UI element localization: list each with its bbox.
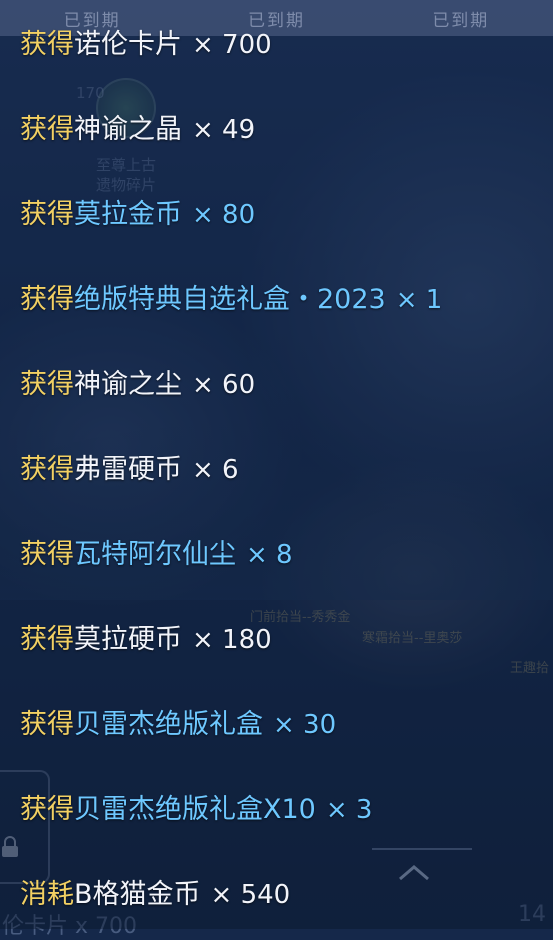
- log-row: 获得弗雷硬币 × 6: [20, 450, 239, 490]
- log-verb: 获得: [20, 284, 74, 315]
- log-qty: × 30: [273, 710, 337, 740]
- log-verb: 获得: [20, 369, 74, 400]
- log-qty: × 3: [325, 795, 373, 825]
- log-item: 莫拉金币: [74, 199, 182, 230]
- log-item: B格猫金币: [74, 879, 201, 910]
- log-qty: × 700: [192, 30, 272, 60]
- log-item: 神谕之晶: [74, 114, 182, 145]
- log-row: 获得神谕之尘 × 60: [20, 365, 255, 405]
- log-item: 贝雷杰绝版礼盒X10: [74, 794, 316, 825]
- log-qty: × 49: [192, 115, 256, 145]
- log-verb: 消耗: [20, 879, 74, 910]
- log-qty: × 540: [210, 880, 291, 910]
- log-row: 获得诺伦卡片 × 700: [20, 25, 272, 65]
- log-row: 获得贝雷杰绝版礼盒X10 × 3: [20, 790, 372, 830]
- log-row: 获得贝雷杰绝版礼盒 × 30: [20, 705, 336, 745]
- log-qty: × 6: [192, 455, 239, 485]
- log-verb: 获得: [20, 199, 74, 230]
- log-row: 获得瓦特阿尔仙尘 × 8: [20, 535, 293, 575]
- log-verb: 获得: [20, 454, 74, 485]
- log-qty: × 80: [192, 200, 256, 230]
- log-verb: 获得: [20, 794, 74, 825]
- log-row: 获得绝版特典自选礼盒・2023 × 1: [20, 280, 442, 320]
- tab-expired-3[interactable]: 已到期: [432, 6, 489, 31]
- lock-icon: [2, 836, 18, 857]
- log-verb: 获得: [20, 114, 74, 145]
- log-verb: 获得: [20, 709, 74, 740]
- log-qty: × 1: [395, 285, 443, 315]
- log-row: 获得莫拉金币 × 80: [20, 195, 255, 235]
- log-verb: 获得: [20, 624, 74, 655]
- log-verb: 获得: [20, 539, 74, 570]
- log-row: 消耗B格猫金币 × 540: [20, 875, 290, 915]
- log-verb: 获得: [20, 29, 74, 60]
- log-item: 诺伦卡片: [74, 29, 182, 60]
- log-qty: × 180: [192, 625, 272, 655]
- log-item: 绝版特典自选礼盒・2023: [74, 284, 386, 315]
- log-item: 神谕之尘: [74, 369, 182, 400]
- chevron-up-icon[interactable]: [396, 862, 432, 882]
- log-qty: × 8: [246, 540, 293, 570]
- log-item: 贝雷杰绝版礼盒: [74, 709, 263, 740]
- log-item: 弗雷硬币: [74, 454, 182, 485]
- log-qty: × 60: [192, 370, 256, 400]
- log-row: 获得莫拉硬币 × 180: [20, 620, 272, 660]
- log-row: 获得神谕之晶 × 49: [20, 110, 255, 150]
- log-item: 莫拉硬币: [74, 624, 182, 655]
- log-item: 瓦特阿尔仙尘: [74, 539, 236, 570]
- panel-divider: [372, 848, 472, 850]
